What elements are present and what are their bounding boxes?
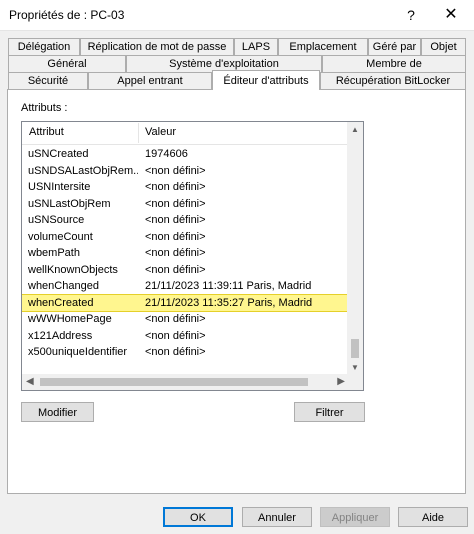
modify-button[interactable]: Modifier <box>21 402 94 422</box>
properties-dialog: Propriétés de : PC-03 ? ✕ Délégation Rép… <box>0 0 474 534</box>
attribute-value: <non défini> <box>145 181 206 193</box>
tab-member-of[interactable]: Membre de <box>322 55 466 72</box>
apply-button: Appliquer <box>320 507 390 527</box>
attributes-label: Attributs : <box>21 102 68 114</box>
attribute-name: uSNLastObjRem <box>28 197 111 210</box>
attribute-name: uSNSource <box>28 214 85 226</box>
tab-row-1: Délégation Réplication de mot de passe L… <box>8 38 466 56</box>
column-header-value[interactable]: Valeur <box>145 126 176 138</box>
column-divider[interactable] <box>138 123 139 143</box>
attribute-value: <non défini> <box>145 313 206 325</box>
attribute-row[interactable]: wellKnownObjects <non défini> <box>22 262 349 279</box>
attribute-row[interactable]: uSNCreated 1974606 <box>22 146 349 163</box>
attribute-value: <non défini> <box>145 230 206 243</box>
attribute-name: volumeCount <box>28 230 93 243</box>
tab-bitlocker-recovery[interactable]: Récupération BitLocker <box>320 72 466 89</box>
list-header: Attribut Valeur <box>22 122 349 145</box>
filter-button[interactable]: Filtrer <box>294 402 365 422</box>
attribute-row[interactable]: uSNLastObjRem <non défini> <box>22 196 349 213</box>
attribute-name: uSNDSALastObjRem... <box>28 164 138 177</box>
attribute-value: <non défini> <box>145 247 206 259</box>
scroll-corner <box>347 374 363 390</box>
tab-delegation[interactable]: Délégation <box>8 38 80 55</box>
attribute-row[interactable]: x121Address <non défini> <box>22 328 349 345</box>
attribute-value: <non défini> <box>145 214 206 226</box>
attribute-row[interactable]: x500uniqueIdentifier <non défini> <box>22 344 349 361</box>
tab-attribute-editor[interactable]: Éditeur d'attributs <box>212 70 320 90</box>
cancel-button[interactable]: Annuler <box>242 507 312 527</box>
attribute-rows: uSNCreated 1974606 uSNDSALastObjRem... <non… <box>22 146 350 361</box>
attribute-row[interactable]: volumeCount <non défini> <box>22 229 349 246</box>
tab-object[interactable]: Objet <box>421 38 466 55</box>
column-header-attribute[interactable]: Attribut <box>29 126 64 138</box>
attribute-row[interactable]: wbemPath <non défini> <box>22 245 349 262</box>
attribute-name: wbemPath <box>28 247 80 259</box>
attribute-value: <non défini> <box>145 346 206 358</box>
attribute-name: wWWHomePage <box>28 313 112 325</box>
attribute-name: x500uniqueIdentifier <box>28 346 128 358</box>
attribute-name: USNIntersite <box>28 181 91 193</box>
scroll-left-icon[interactable]: ◀ <box>26 376 34 387</box>
attribute-row[interactable]: USNIntersite <non défini> <box>22 179 349 196</box>
tab-managed-by[interactable]: Géré par <box>368 38 421 55</box>
attribute-row[interactable]: whenChanged 21/11/2023 11:39:11 Paris, Ma… <box>22 278 349 295</box>
tab-password-replication[interactable]: Réplication de mot de passe <box>80 38 234 55</box>
attribute-value: 21/11/2023 11:35:27 Paris, Madrid <box>145 296 313 309</box>
attribute-value: 21/11/2023 11:39:11 Paris, Madrid <box>145 280 312 292</box>
title-bar: Propriétés de : PC-03 ? ✕ <box>0 0 474 31</box>
horizontal-scroll-thumb[interactable] <box>40 378 308 386</box>
scroll-right-icon[interactable]: ▶ <box>337 376 345 387</box>
attributes-list[interactable]: Attribut Valeur uSNCreated 1974606 uSNDSAL… <box>21 121 364 391</box>
attribute-editor-panel: Attributs : Attribut Valeur uSNCreated 19… <box>7 89 466 494</box>
tab-security[interactable]: Sécurité <box>8 72 88 89</box>
tab-general[interactable]: Général <box>8 55 126 72</box>
attribute-value: 1974606 <box>145 148 188 160</box>
attribute-name: wellKnownObjects <box>28 263 118 276</box>
tab-dial-in[interactable]: Appel entrant <box>88 72 212 89</box>
attribute-name: whenCreated <box>28 296 94 309</box>
attribute-value: <non défini> <box>145 263 206 276</box>
attribute-row[interactable]: uSNSource <non défini> <box>22 212 349 229</box>
scroll-up-icon[interactable]: ▲ <box>350 125 360 134</box>
tab-location[interactable]: Emplacement <box>278 38 368 55</box>
attribute-name: whenChanged <box>28 280 99 292</box>
vertical-scroll-thumb[interactable] <box>351 339 359 358</box>
help-button[interactable]: Aide <box>398 507 468 527</box>
attribute-value: <non défini> <box>145 197 206 210</box>
help-icon[interactable]: ? <box>397 4 425 26</box>
attribute-name: x121Address <box>28 329 93 342</box>
tab-row-3: Sécurité Appel entrant Éditeur d'attribu… <box>8 70 466 90</box>
attribute-name: uSNCreated <box>28 148 89 160</box>
scroll-down-icon[interactable]: ▼ <box>350 363 360 372</box>
attribute-value: <non défini> <box>145 329 206 342</box>
horizontal-scrollbar[interactable]: ◀ ▶ <box>22 374 349 390</box>
tab-laps[interactable]: LAPS <box>234 38 278 55</box>
window-title: Propriétés de : PC-03 <box>9 8 125 22</box>
attribute-value: <non défini> <box>145 164 206 177</box>
attribute-row[interactable]: uSNDSALastObjRem... <non défini> <box>22 163 349 180</box>
attribute-row[interactable]: whenCreated 21/11/2023 11:35:27 Paris, Ma… <box>22 293 350 312</box>
close-icon[interactable]: ✕ <box>437 4 465 26</box>
attribute-row[interactable]: wWWHomePage <non défini> <box>22 311 349 328</box>
ok-button[interactable]: OK <box>163 507 233 527</box>
vertical-scrollbar[interactable]: ▲ ▼ <box>347 122 363 374</box>
